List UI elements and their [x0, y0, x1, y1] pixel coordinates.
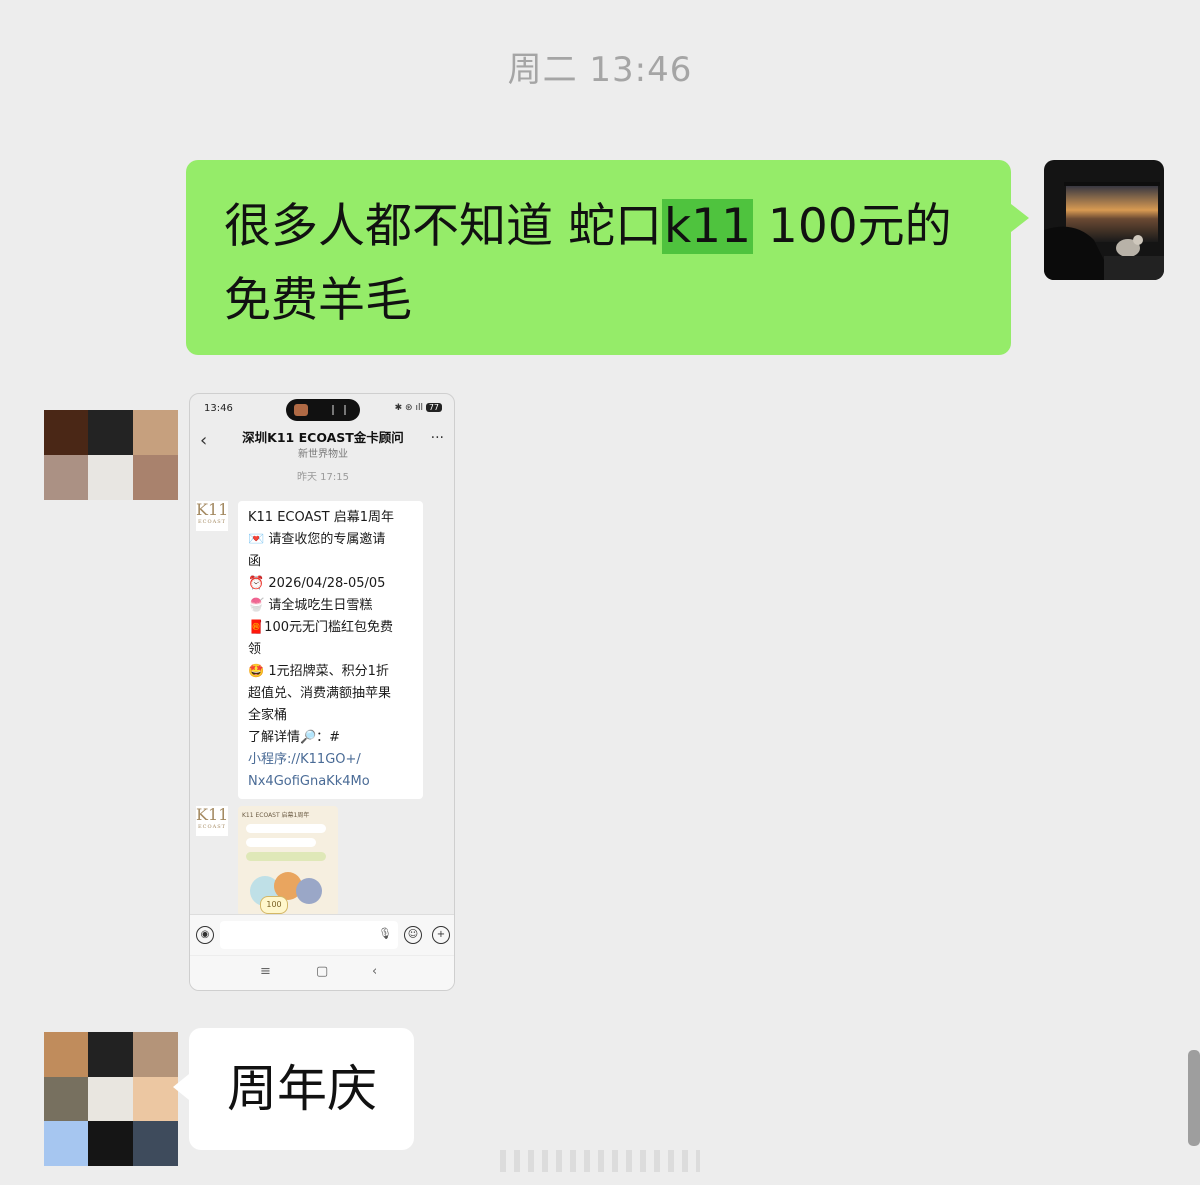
msg-line: 了解详情🔎：#	[248, 730, 341, 745]
msg-line: ⏰ 2026/04/28-05/05	[248, 576, 386, 591]
screenshot-msg-time: 昨天 17:15	[297, 472, 349, 483]
msg-line: 🧧100元无门槛红包免费	[248, 620, 393, 635]
msg-line: 超值兑、消费满额抽苹果	[248, 686, 392, 701]
poster-image: K11 ECOAST 启幕1周年 100	[238, 806, 338, 916]
k11-logo: K11 ECOAST	[196, 501, 228, 531]
scrollbar[interactable]	[1188, 1050, 1200, 1146]
back-icon: ‹	[372, 964, 378, 979]
message-text-line: 免费羊毛	[224, 273, 412, 328]
menu-icon: ≡	[260, 964, 271, 979]
status-time: 13:46	[204, 403, 233, 414]
status-icons: ✱ ⊛ ıll 77	[395, 403, 442, 413]
coin-badge: 100	[260, 896, 288, 914]
screenshot-chat-title: 深圳K11 ECOAST金卡顾问	[242, 430, 404, 445]
avatar-image	[1044, 160, 1164, 280]
screenshot-chat-subtitle: 新世界物业	[298, 449, 348, 460]
screenshot-input-field	[220, 921, 398, 949]
more-options-icon: ···	[430, 430, 444, 446]
plus-icon: +	[432, 926, 450, 944]
msg-line: 领	[248, 642, 262, 657]
dynamic-island	[286, 399, 360, 421]
msg-line: 💌 请查收您的专属邀请	[248, 532, 386, 547]
my-avatar[interactable]	[1044, 160, 1164, 280]
msg-line: K11 ECOAST 启幕1周年	[248, 510, 394, 525]
battery-icon: 77	[425, 403, 442, 412]
msg-line: 全家桶	[248, 708, 288, 723]
k11-logo: K11 ECOAST	[196, 806, 228, 836]
screenshot-image-message[interactable]: 13:46 ✱ ⊛ ıll 77 ‹ 深圳K11 ECOAST金卡顾问 新世界物…	[189, 393, 455, 991]
screenshot-nav-bar: ≡ ▢ ‹	[190, 956, 454, 990]
chat-timestamp: 周二 13:46	[507, 50, 693, 90]
voice-icon: ◉	[196, 926, 214, 944]
outgoing-message-bubble[interactable]: 很多人都不知道 蛇口k11 100元的 免费羊毛	[186, 160, 1029, 355]
message-text-part: 很多人都不知道 蛇口	[224, 199, 662, 254]
highlighted-keyword: k11	[661, 199, 753, 254]
screenshot-message-bubble: K11 ECOAST 启幕1周年 💌 请查收您的专属邀请 函 ⏰ 2026/04…	[238, 501, 423, 799]
mic-icon: 🎙	[378, 927, 392, 940]
incoming-message-bubble[interactable]: 周年庆	[173, 1028, 414, 1150]
message-text-part: 100元的	[752, 199, 952, 254]
miniprogram-link: Nx4GofiGnaKk4Mo	[248, 774, 370, 789]
msg-line: 🤩 1元招牌菜、积分1折	[248, 664, 389, 679]
msg-line: 🍧 请全城吃生日雪糕	[248, 598, 373, 613]
contact-avatar-pixelated[interactable]	[44, 410, 178, 500]
miniprogram-link: 小程序://K11GO+/	[248, 752, 361, 767]
watermark-blur	[500, 1150, 700, 1172]
emoji-icon: ☺	[404, 926, 422, 944]
contact-avatar-pixelated[interactable]	[44, 1032, 178, 1166]
screenshot-input-bar: ◉ 🎙 ☺ +	[190, 914, 454, 955]
home-icon: ▢	[316, 964, 329, 979]
message-text: 周年庆	[227, 1060, 377, 1118]
poster-title: K11 ECOAST 启幕1周年	[242, 812, 310, 819]
msg-line: 函	[248, 554, 262, 569]
